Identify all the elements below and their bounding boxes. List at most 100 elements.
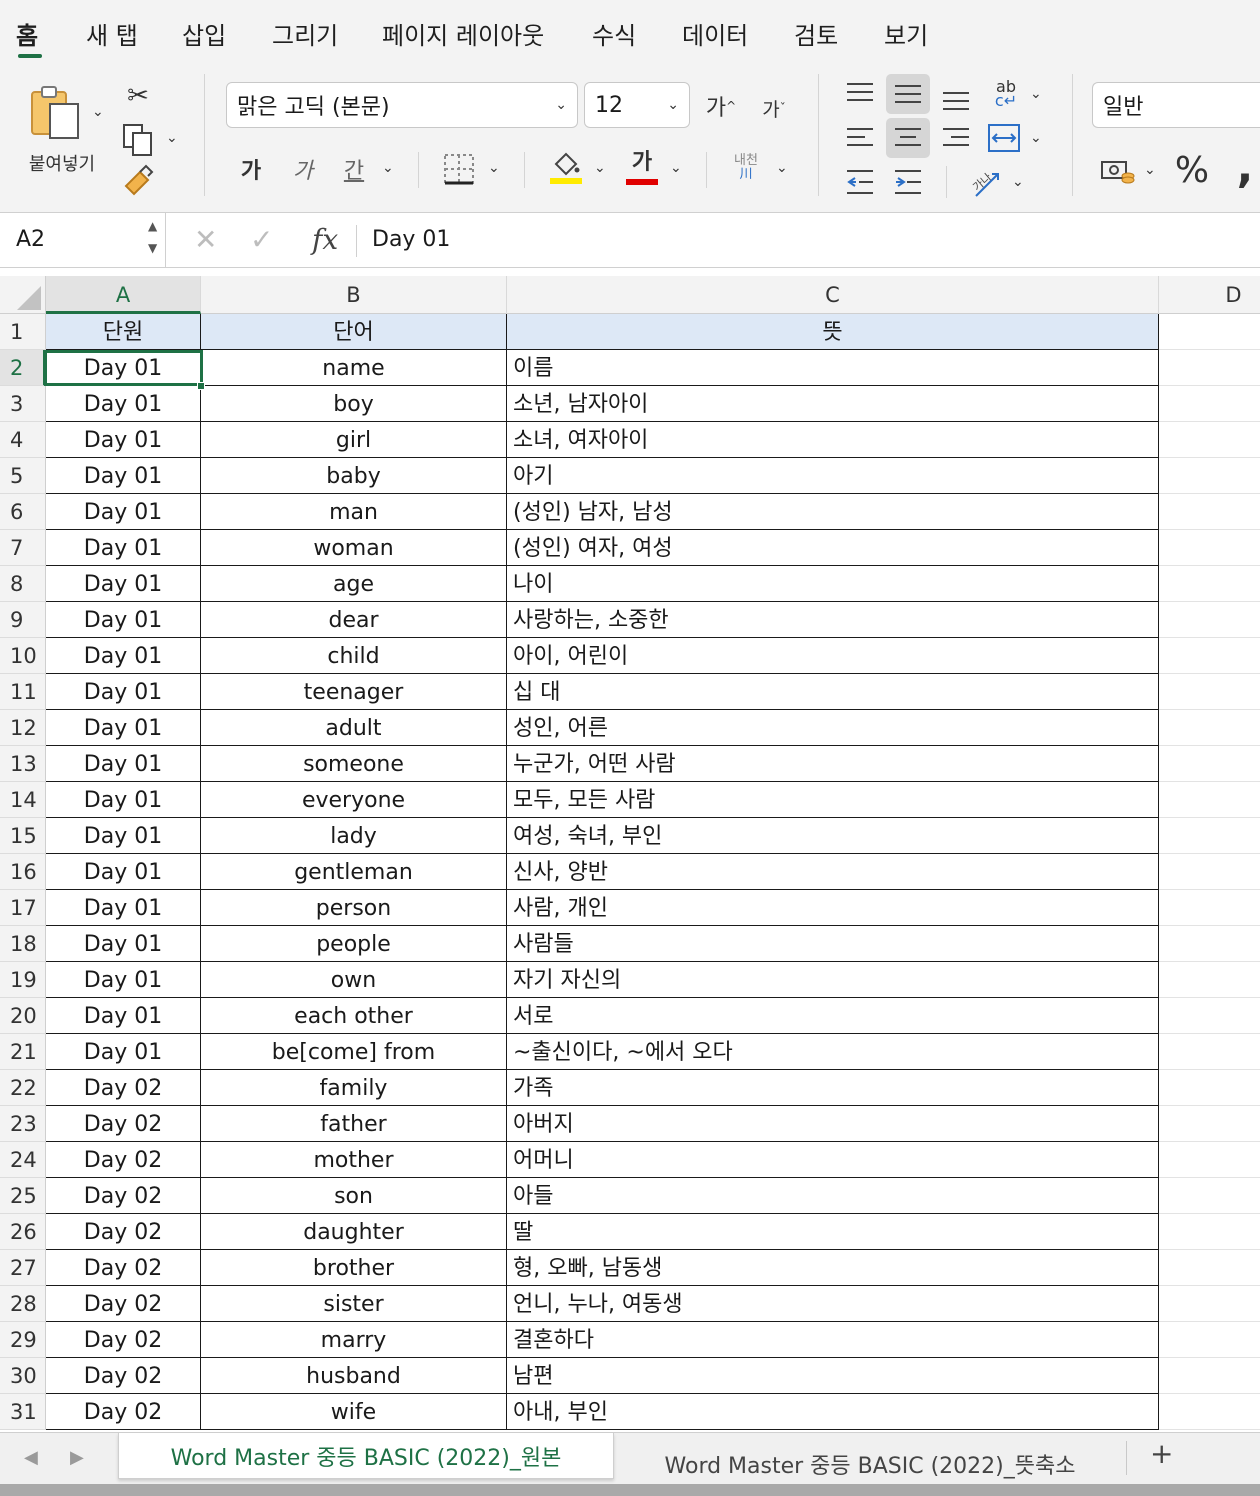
cell-word[interactable]: woman xyxy=(201,530,507,566)
cell-meaning[interactable]: 아기 xyxy=(507,458,1159,494)
align-right-icon[interactable] xyxy=(936,118,976,158)
cell-word[interactable]: name xyxy=(201,350,507,386)
align-top-icon[interactable] xyxy=(840,74,880,114)
row-header[interactable]: 7 xyxy=(0,530,46,566)
row-header[interactable]: 24 xyxy=(0,1142,46,1178)
cell-word[interactable]: husband xyxy=(201,1358,507,1394)
cell-word[interactable]: father xyxy=(201,1106,507,1142)
cell-word[interactable]: adult xyxy=(201,710,507,746)
cell-meaning[interactable]: 남편 xyxy=(507,1358,1159,1394)
row-header[interactable]: 15 xyxy=(0,818,46,854)
cell-unit[interactable]: Day 01 xyxy=(46,782,201,818)
cell-meaning[interactable]: 사람, 개인 xyxy=(507,890,1159,926)
row-header[interactable]: 3 xyxy=(0,386,46,422)
copy-icon[interactable] xyxy=(118,120,158,160)
increase-font-size-button[interactable]: 가 ^ xyxy=(700,86,742,126)
row-header[interactable]: 28 xyxy=(0,1286,46,1322)
currency-format-icon[interactable] xyxy=(1096,154,1140,190)
empty-cell[interactable] xyxy=(1159,602,1260,638)
currency-dropdown-chevron-icon[interactable]: ⌄ xyxy=(1144,162,1156,178)
cell-meaning[interactable]: 자기 자신의 xyxy=(507,962,1159,998)
cell-word[interactable]: each other xyxy=(201,998,507,1034)
cell-unit[interactable]: Day 02 xyxy=(46,1106,201,1142)
copy-dropdown-chevron-icon[interactable]: ⌄ xyxy=(166,130,178,146)
cell-word[interactable]: marry xyxy=(201,1322,507,1358)
formula-input[interactable]: Day 01 xyxy=(372,227,450,252)
increase-indent-icon[interactable] xyxy=(886,162,930,202)
empty-cell[interactable] xyxy=(1159,782,1260,818)
row-header[interactable]: 11 xyxy=(0,674,46,710)
cut-scissors-icon[interactable]: ✂ xyxy=(120,76,156,116)
phonetic-guide-button[interactable]: 내천 川 xyxy=(724,148,768,188)
paste-dropdown-chevron-icon[interactable]: ⌄ xyxy=(92,104,104,120)
cell-word[interactable]: people xyxy=(201,926,507,962)
row-header[interactable]: 9 xyxy=(0,602,46,638)
row-header[interactable]: 30 xyxy=(0,1358,46,1394)
cell-word[interactable]: own xyxy=(201,962,507,998)
cell-meaning[interactable]: 아이, 어린이 xyxy=(507,638,1159,674)
empty-cell[interactable] xyxy=(1159,962,1260,998)
cell-meaning[interactable]: 누군가, 어떤 사람 xyxy=(507,746,1159,782)
empty-cell[interactable] xyxy=(1159,386,1260,422)
cell-unit[interactable]: Day 01 xyxy=(46,890,201,926)
underline-button[interactable]: 간 xyxy=(336,150,372,188)
empty-cell[interactable] xyxy=(1159,494,1260,530)
align-middle-icon[interactable] xyxy=(886,74,930,114)
cell-unit[interactable]: Day 02 xyxy=(46,1358,201,1394)
empty-cell[interactable] xyxy=(1159,1214,1260,1250)
cell-unit[interactable]: Day 02 xyxy=(46,1286,201,1322)
cell-word[interactable]: son xyxy=(201,1178,507,1214)
spin-down-icon[interactable]: ▼ xyxy=(148,241,157,255)
header-cell-word[interactable]: 단어 xyxy=(201,314,507,350)
cell-unit[interactable]: Day 01 xyxy=(46,530,201,566)
cell-meaning[interactable]: 사랑하는, 소중한 xyxy=(507,602,1159,638)
cell-word[interactable]: everyone xyxy=(201,782,507,818)
row-header[interactable]: 21 xyxy=(0,1034,46,1070)
row-header[interactable]: 22 xyxy=(0,1070,46,1106)
align-center-icon[interactable] xyxy=(886,118,930,158)
header-cell-unit[interactable]: 단원 xyxy=(46,314,201,350)
paste-label[interactable]: 붙여넣기 xyxy=(14,150,110,176)
row-header[interactable]: 2 xyxy=(0,350,46,386)
empty-cell[interactable] xyxy=(1159,710,1260,746)
cell-word[interactable]: dear xyxy=(201,602,507,638)
cell-meaning[interactable]: 모두, 모든 사람 xyxy=(507,782,1159,818)
empty-cell[interactable] xyxy=(1159,1106,1260,1142)
italic-button[interactable]: 가 xyxy=(286,150,320,188)
empty-cell[interactable] xyxy=(1159,1394,1260,1430)
cell-word[interactable]: someone xyxy=(201,746,507,782)
empty-cell[interactable] xyxy=(1159,1358,1260,1394)
cell-meaning[interactable]: 결혼하다 xyxy=(507,1322,1159,1358)
cell-word[interactable]: child xyxy=(201,638,507,674)
tab-review[interactable]: 검토 xyxy=(794,16,838,51)
text-orientation-dropdown-chevron-icon[interactable]: ⌄ xyxy=(1012,174,1024,190)
cell-word[interactable]: wife xyxy=(201,1394,507,1430)
empty-cell[interactable] xyxy=(1159,1250,1260,1286)
cell-unit[interactable]: Day 01 xyxy=(46,710,201,746)
empty-cell[interactable] xyxy=(1159,1178,1260,1214)
number-format-dropdown[interactable]: 일반 xyxy=(1092,82,1260,128)
empty-cell[interactable] xyxy=(1159,1034,1260,1070)
cell-meaning[interactable]: 나이 xyxy=(507,566,1159,602)
row-header[interactable]: 8 xyxy=(0,566,46,602)
cell-meaning[interactable]: 서로 xyxy=(507,998,1159,1034)
sheet-tab-original[interactable]: Word Master 중등 BASIC (2022)_원본 xyxy=(118,1433,614,1479)
cell-unit[interactable]: Day 01 xyxy=(46,926,201,962)
cell-word[interactable]: gentleman xyxy=(201,854,507,890)
cell-word[interactable]: be[come] from xyxy=(201,1034,507,1070)
paste-button[interactable] xyxy=(24,80,88,144)
cell-unit[interactable]: Day 01 xyxy=(46,674,201,710)
cell-meaning[interactable]: 아들 xyxy=(507,1178,1159,1214)
cell-word[interactable]: brother xyxy=(201,1250,507,1286)
fill-color-button[interactable] xyxy=(546,146,586,190)
fill-color-dropdown-chevron-icon[interactable]: ⌄ xyxy=(594,160,606,176)
font-color-dropdown-chevron-icon[interactable]: ⌄ xyxy=(670,160,682,176)
tab-draw[interactable]: 그리기 xyxy=(272,16,338,51)
cell-unit[interactable]: Day 01 xyxy=(46,494,201,530)
empty-cell[interactable] xyxy=(1159,818,1260,854)
cancel-entry-icon[interactable]: ✕ xyxy=(194,223,217,256)
tab-insert[interactable]: 삽입 xyxy=(182,16,226,51)
cell-meaning[interactable]: 이름 xyxy=(507,350,1159,386)
cell-unit[interactable]: Day 02 xyxy=(46,1214,201,1250)
cell-meaning[interactable]: 딸 xyxy=(507,1214,1159,1250)
